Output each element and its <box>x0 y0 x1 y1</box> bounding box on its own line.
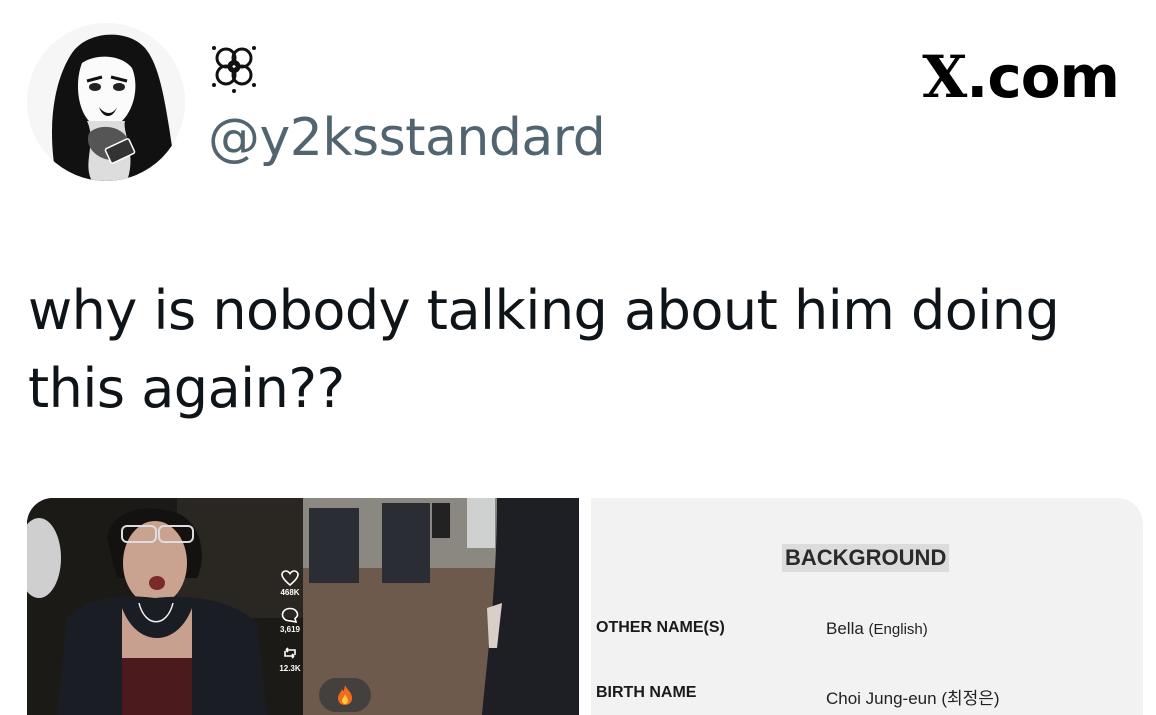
section-title: BACKGROUND <box>782 544 950 572</box>
profile-background-screenshot[interactable]: BACKGROUND OTHER NAME(S) Bella (English)… <box>591 498 1143 715</box>
row-label-birth-name: BIRTH NAME <box>596 684 697 701</box>
row-value-birth-name: Choi Jung-eun (최정은) <box>826 689 1000 708</box>
row-label-other-names: OTHER NAME(S) <box>596 619 725 636</box>
row-value-other-names: Bella (English) <box>826 619 928 638</box>
fire-reaction-button[interactable] <box>319 678 371 712</box>
comment-icon[interactable] <box>281 607 299 623</box>
display-name[interactable] <box>208 43 260 95</box>
tweet-text: why is nobody talking about him doing th… <box>28 272 1128 428</box>
tweet-text-line: why is nobody talking about him doing <box>28 279 1060 342</box>
manga-girl-avatar-icon <box>27 23 185 181</box>
tweet-media[interactable]: 468K 3,619 12.3K BACKGROUND OTHER NAME(S… <box>27 498 1143 715</box>
fire-emoji-icon <box>338 685 352 705</box>
like-count: 468K <box>280 588 300 597</box>
video-screenshot[interactable]: 468K 3,619 12.3K <box>27 498 579 715</box>
heart-icon[interactable] <box>281 570 299 586</box>
x-com-logo: X.com <box>922 43 1120 111</box>
tweet-text-line: this again?? <box>28 357 345 420</box>
author-avatar[interactable] <box>27 23 185 181</box>
comment-count: 3,619 <box>279 625 301 634</box>
author-handle[interactable]: @y2ksstandard <box>208 108 606 168</box>
repost-count: 12.3K <box>279 664 301 673</box>
repost-icon[interactable] <box>281 644 299 662</box>
flower-emoji-icon <box>212 46 256 93</box>
engagement-column: 468K 3,619 12.3K <box>273 570 307 683</box>
